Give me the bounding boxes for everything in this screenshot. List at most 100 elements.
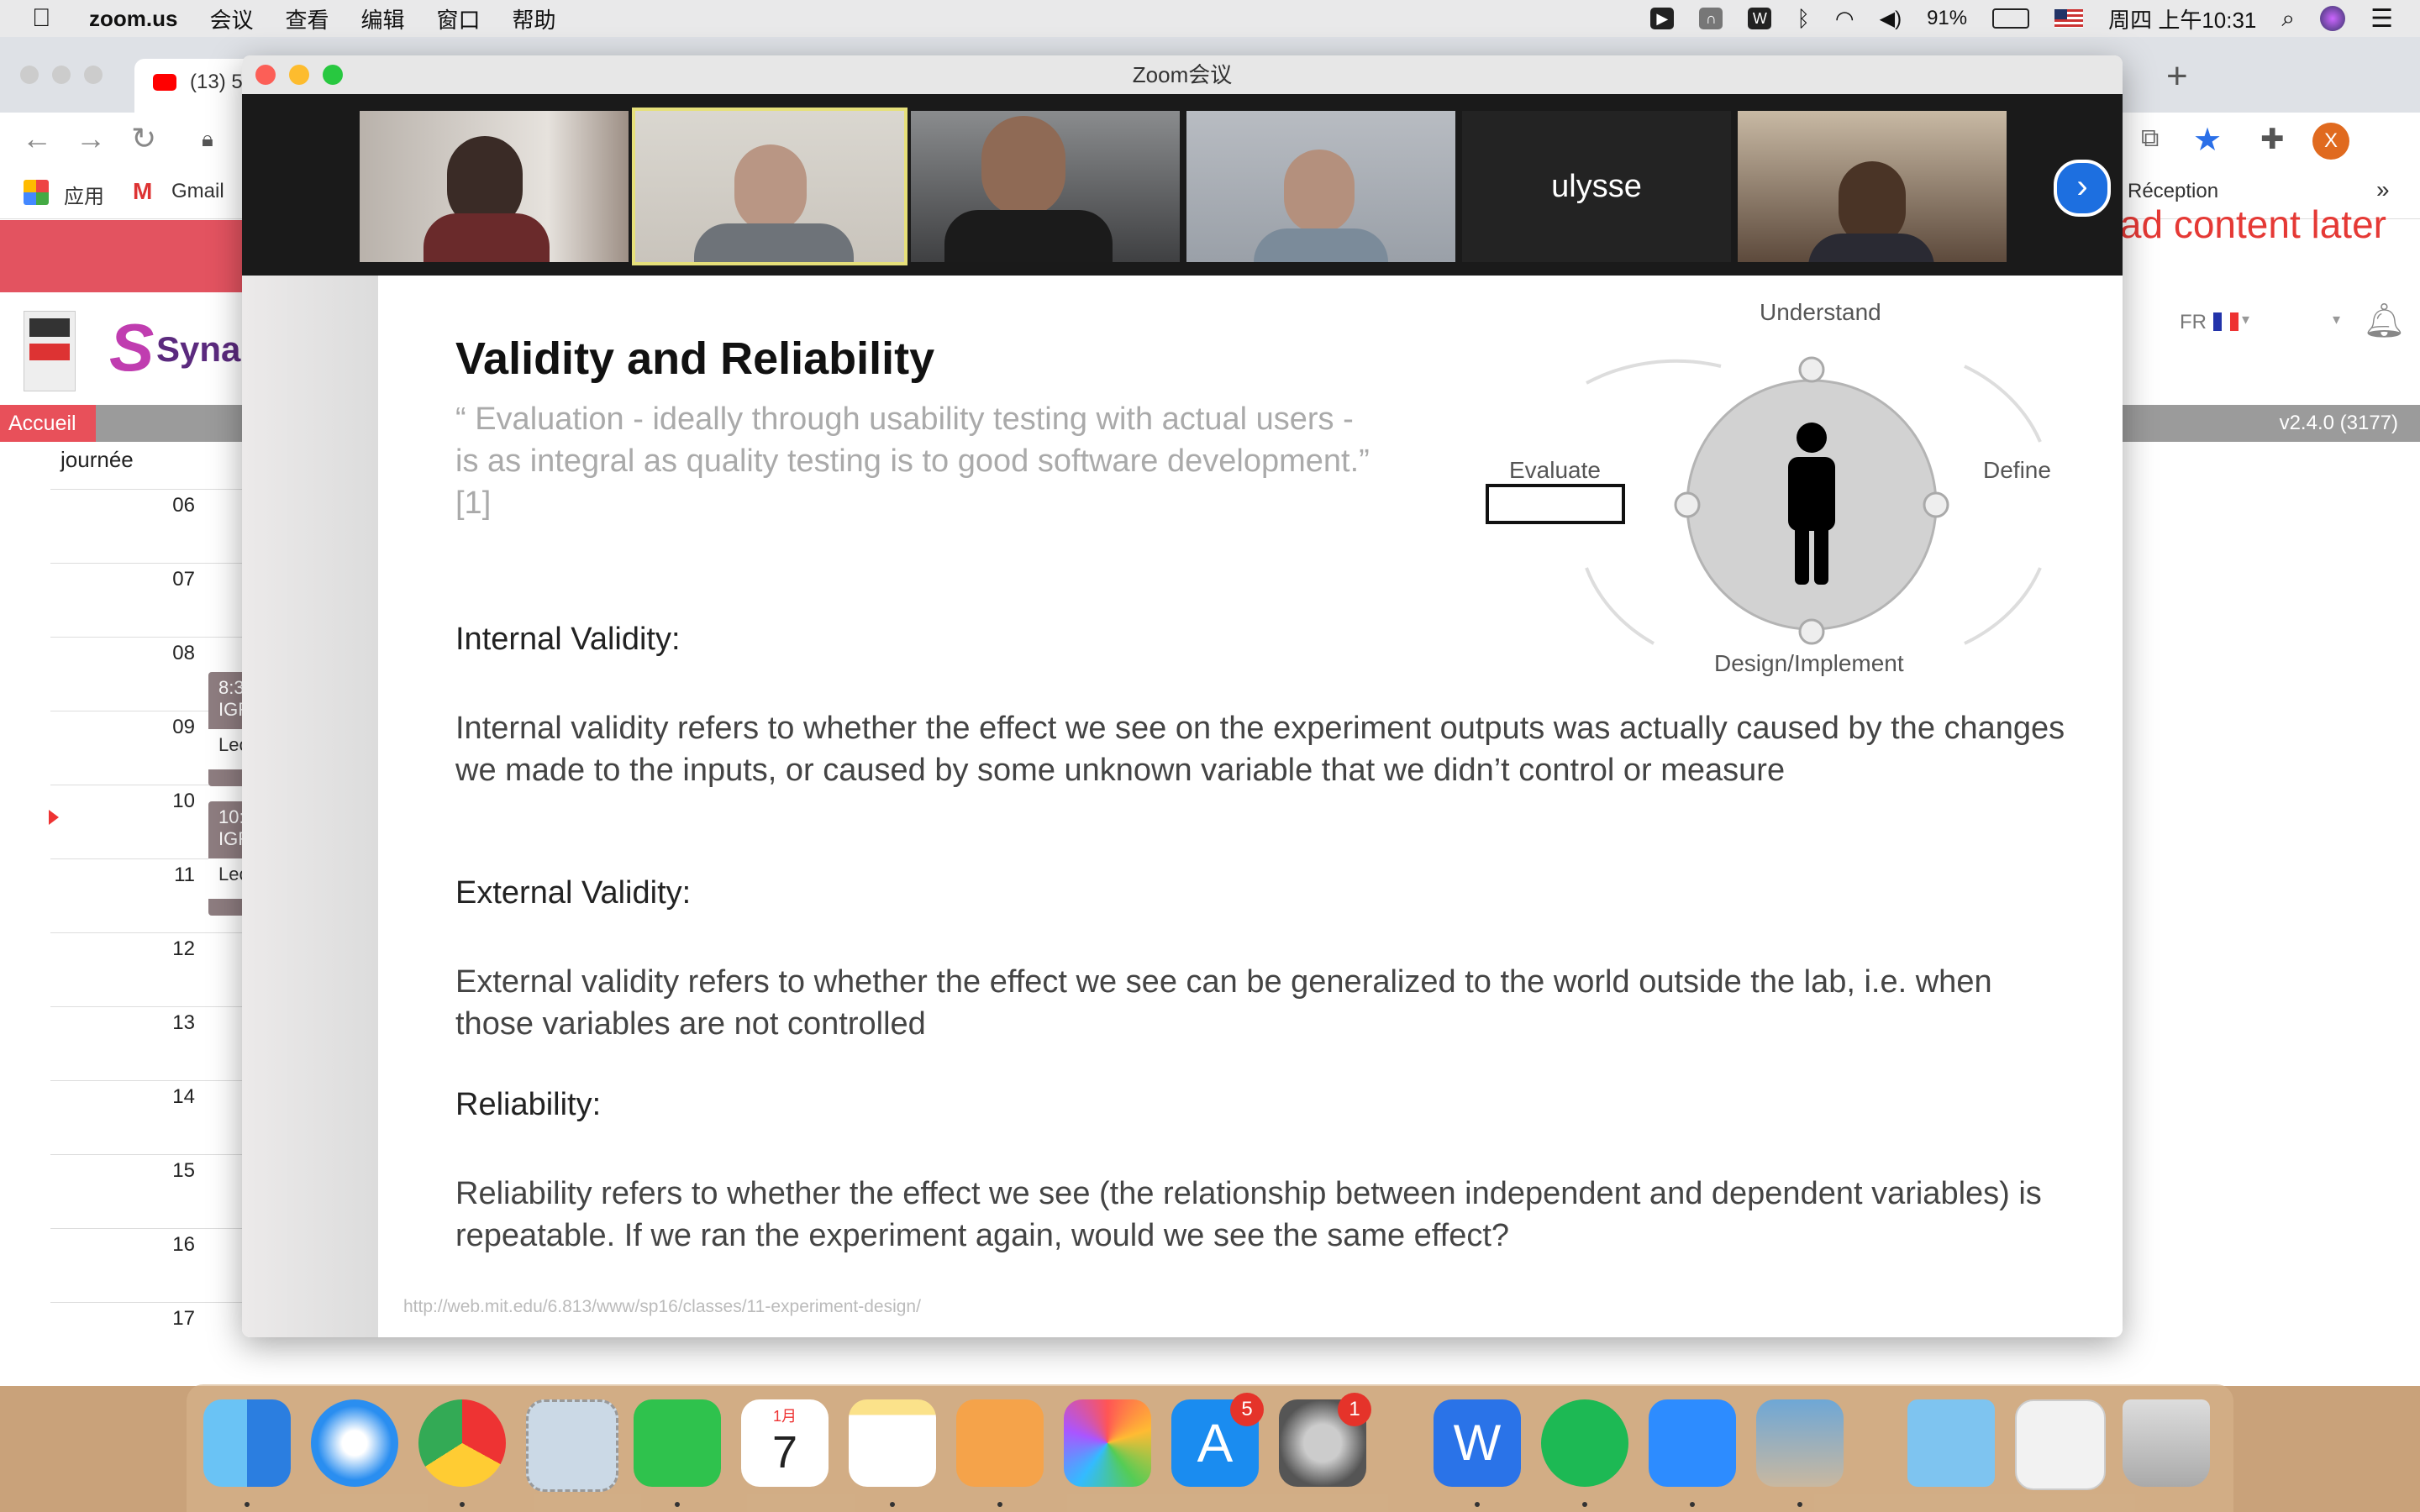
telecom-paris-logo bbox=[24, 311, 76, 391]
calendar-app-icon[interactable]: 1月 7 bbox=[741, 1399, 829, 1487]
new-tab-button[interactable]: + bbox=[2166, 55, 2188, 97]
diagram-label-bottom: Design/Implement bbox=[1714, 650, 1904, 676]
extensions-icon[interactable]: ✚ bbox=[2260, 123, 2285, 156]
notification-bell-icon[interactable]: 🔔︎ bbox=[2363, 301, 2406, 340]
language-chevron-icon[interactable]: ▾ bbox=[2242, 311, 2249, 328]
back-icon[interactable]: ← bbox=[22, 121, 52, 156]
menu-item-view[interactable]: 查看 bbox=[285, 3, 329, 34]
participant-video-active-speaker[interactable] bbox=[632, 108, 908, 265]
zoom-close-button[interactable] bbox=[255, 65, 276, 85]
hour-label: 12 bbox=[172, 937, 195, 960]
zoom-status-icon[interactable]: ▶ bbox=[1650, 8, 1675, 29]
notes-icon[interactable] bbox=[849, 1399, 936, 1487]
hour-label: 15 bbox=[172, 1159, 195, 1182]
more-bookmarks-icon[interactable]: » bbox=[2376, 176, 2390, 203]
app-store-badge: 5 bbox=[1230, 1393, 1264, 1426]
recent-documents-stack-icon[interactable] bbox=[2015, 1399, 2106, 1490]
zoom-window: Zoom会议 ulysse › Validity and Reliability… bbox=[242, 55, 2123, 1337]
lock-icon: 🔒︎ bbox=[202, 126, 213, 151]
volume-icon[interactable]: ◀) bbox=[1880, 7, 1902, 31]
zoom-minimize-button[interactable] bbox=[289, 65, 309, 85]
zoom-window-title: Zoom会议 bbox=[1132, 62, 1233, 87]
section-heading: Internal Validity: bbox=[455, 622, 681, 657]
menu-item-window[interactable]: 窗口 bbox=[437, 3, 481, 34]
bookmark-gmail[interactable]: Gmail bbox=[171, 180, 224, 203]
system-preferences-badge: 1 bbox=[1338, 1393, 1371, 1426]
trash-icon[interactable] bbox=[2123, 1399, 2210, 1487]
notification-center-icon[interactable]: ☰ bbox=[2370, 4, 2393, 34]
browser-minimize-dot[interactable] bbox=[52, 66, 71, 84]
participant-video[interactable] bbox=[911, 111, 1180, 262]
language-selector[interactable]: FR bbox=[2180, 311, 2207, 334]
menu-clock[interactable]: 周四 上午10:31 bbox=[2108, 3, 2256, 34]
preview-icon[interactable] bbox=[1756, 1399, 1844, 1487]
calendar-day: 7 bbox=[771, 1427, 798, 1478]
siri-icon[interactable] bbox=[2320, 6, 2346, 31]
zoom-zoom-button[interactable] bbox=[323, 65, 343, 85]
translate-icon[interactable]: ⧉ bbox=[2141, 124, 2159, 153]
wifi-icon[interactable]: ◠ bbox=[1835, 6, 1854, 32]
participant-video[interactable] bbox=[1738, 111, 2007, 262]
menu-item-help[interactable]: 帮助 bbox=[513, 3, 556, 34]
synapses-logo-mark: S bbox=[109, 310, 155, 385]
pages-icon[interactable] bbox=[956, 1399, 1044, 1487]
bookmark-reception[interactable]: Réception bbox=[2128, 180, 2218, 203]
section-heading: External Validity: bbox=[455, 875, 692, 911]
hour-label: 09 bbox=[172, 716, 195, 738]
us-flag-icon[interactable] bbox=[2054, 9, 2084, 28]
slide-quote: “ Evaluation - ideally through usability… bbox=[455, 402, 1370, 521]
youtube-icon bbox=[153, 74, 176, 91]
finder-icon[interactable] bbox=[203, 1399, 291, 1487]
hour-label: 16 bbox=[172, 1233, 195, 1256]
wps-status-icon[interactable]: W bbox=[1748, 8, 1772, 29]
slide-side-decoration bbox=[242, 276, 378, 1337]
battery-percent[interactable]: 91% bbox=[1927, 7, 1967, 30]
section-body: External validity refers to whether the … bbox=[455, 964, 1992, 1042]
bookmark-star-icon[interactable]: ★ bbox=[2193, 121, 2222, 159]
site-top-banner bbox=[0, 220, 244, 292]
dropdown-chevron-icon[interactable]: ▾ bbox=[2333, 311, 2340, 328]
menu-bar:  zoom.us 会议 查看 编辑 窗口 帮助 ▶ ∩ W ᛒ ◠ ◀) 91… bbox=[0, 0, 2420, 37]
hour-label: 14 bbox=[172, 1085, 195, 1108]
reload-icon[interactable]: ↻ bbox=[131, 121, 156, 156]
menu-item-meeting[interactable]: 会议 bbox=[209, 3, 253, 34]
participant-name-tile[interactable]: ulysse bbox=[1462, 111, 1731, 262]
hour-label: 17 bbox=[172, 1307, 195, 1330]
bluetooth-icon[interactable]: ᛒ bbox=[1797, 6, 1810, 32]
profile-avatar[interactable]: X bbox=[2312, 123, 2349, 160]
gmail-icon: M bbox=[133, 178, 153, 204]
next-participants-button[interactable]: › bbox=[2054, 160, 2111, 217]
safari-icon[interactable] bbox=[311, 1399, 398, 1487]
zoom-icon[interactable] bbox=[1649, 1399, 1736, 1487]
battery-icon[interactable] bbox=[1992, 8, 2030, 29]
participant-video[interactable] bbox=[360, 111, 629, 262]
headphones-icon[interactable]: ∩ bbox=[1699, 8, 1723, 29]
forward-icon[interactable]: → bbox=[76, 121, 106, 156]
apple-icon[interactable]:  bbox=[32, 5, 55, 32]
hour-label: 10 bbox=[172, 790, 195, 812]
browser-close-dot[interactable] bbox=[20, 66, 39, 84]
menu-app-name[interactable]: zoom.us bbox=[89, 6, 177, 32]
photos-icon[interactable] bbox=[1064, 1399, 1151, 1487]
diagram-label-left: Evaluate bbox=[1509, 457, 1601, 483]
french-flag-icon bbox=[2213, 312, 2238, 331]
section-heading: Reliability: bbox=[455, 1087, 602, 1122]
participant-video[interactable] bbox=[1186, 111, 1455, 262]
wps-icon[interactable]: W bbox=[1434, 1399, 1521, 1487]
mail-stamp-icon[interactable] bbox=[526, 1399, 618, 1492]
current-time-marker bbox=[49, 810, 59, 825]
section-body: Internal validity refers to whether the … bbox=[455, 711, 2065, 788]
bookmark-apps[interactable]: 应用 bbox=[64, 180, 104, 209]
chrome-icon[interactable] bbox=[418, 1399, 506, 1487]
design-cycle-diagram bbox=[1486, 356, 2042, 645]
folder-icon[interactable] bbox=[1907, 1399, 1995, 1487]
spotlight-search-icon[interactable]: ⌕ bbox=[2281, 5, 2295, 33]
accueil-breadcrumb[interactable]: Accueil bbox=[0, 405, 96, 442]
calendar-day-header: journée bbox=[60, 447, 134, 472]
wechat-icon[interactable] bbox=[634, 1399, 721, 1487]
menu-item-edit[interactable]: 编辑 bbox=[360, 3, 404, 34]
apps-grid-icon[interactable] bbox=[24, 180, 49, 205]
spotify-icon[interactable] bbox=[1541, 1399, 1628, 1487]
hour-label: 13 bbox=[172, 1011, 195, 1034]
browser-zoom-dot[interactable] bbox=[84, 66, 103, 84]
